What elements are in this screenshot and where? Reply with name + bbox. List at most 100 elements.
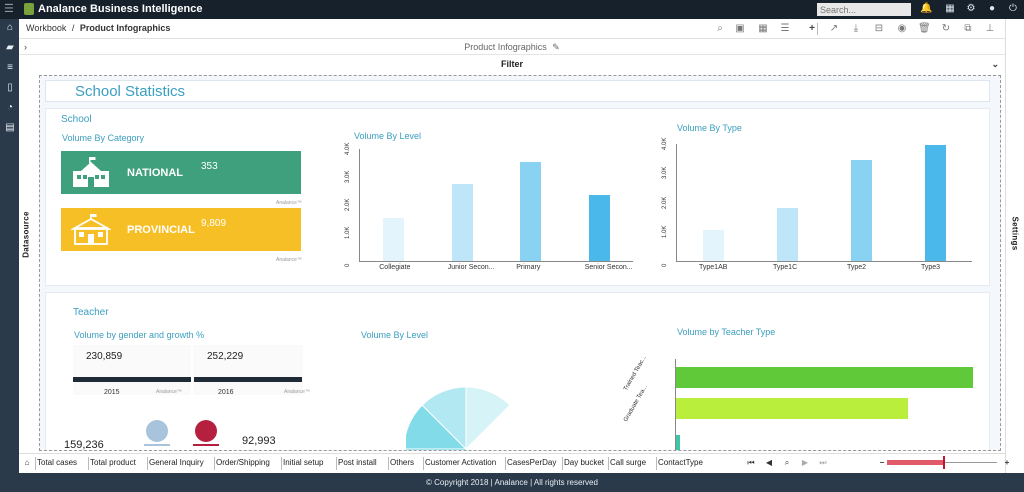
tab-separator — [35, 457, 36, 470]
sheet-tab-day-bucket[interactable]: Day bucket — [564, 458, 604, 467]
left-nav: ⌂ ▰ ≡ ▯ ◔ ▤ — [0, 19, 19, 473]
x-tick-label: Senior Secon... — [584, 264, 633, 271]
y-tick-label: 2.0K — [345, 198, 351, 211]
search-input[interactable] — [817, 3, 911, 16]
sheet-tab-order-shipping[interactable]: Order/Shipping — [216, 458, 270, 467]
export-icon[interactable]: ⊟ — [873, 23, 885, 35]
search-icon[interactable]: ⌕ — [782, 458, 792, 468]
home-icon[interactable]: ⌂ — [22, 458, 32, 468]
bar-3[interactable] — [588, 195, 610, 261]
volume-by-gender-title: Volume by gender and growth % — [74, 330, 205, 340]
tab-separator — [608, 457, 609, 470]
logout-icon[interactable]: ⏻ — [1007, 3, 1019, 15]
sheet-tab-others[interactable]: Others — [390, 458, 414, 467]
teacher-2016-bar — [194, 377, 302, 382]
report-icon[interactable]: ▤ — [4, 122, 16, 134]
national-value: 353 — [201, 161, 218, 172]
sheet-tab-total-cases[interactable]: Total cases — [37, 458, 77, 467]
search-icon[interactable]: ⌕ — [714, 23, 726, 35]
database-icon[interactable]: ≡ — [4, 62, 16, 74]
bar-2[interactable] — [676, 435, 680, 450]
volume-by-teacher-type-chart: Trained Teac... Graduate Tea... — [623, 355, 973, 450]
sheet-tabs-bar: ⌂ ⏮ ◀ ⌕ ▶ ⏭ − + Total cases Total product… — [19, 453, 1009, 473]
x-tick-label: Type1C — [773, 264, 798, 271]
list-icon[interactable]: ☰ — [779, 23, 791, 35]
analytics-icon[interactable]: ◔ — [4, 102, 16, 114]
sheet-tab-general-inquiry[interactable]: General Inquiry — [149, 458, 204, 467]
breadcrumb-root[interactable]: Workbook — [26, 23, 66, 33]
sheet-tab-post-install[interactable]: Post install — [338, 458, 377, 467]
edit-icon[interactable]: ✎ — [552, 42, 560, 52]
provincial-value: 9,809 — [201, 218, 227, 229]
sheet-tab-initial-setup[interactable]: Initial setup — [283, 458, 323, 467]
top-bar: ☰ Analance Business Intelligence 🔔 ▦ ⚙ ●… — [0, 0, 1024, 19]
pie-slice-3[interactable] — [465, 386, 511, 450]
gear-icon[interactable]: ⚙ — [965, 3, 977, 15]
bar-3[interactable] — [925, 145, 946, 261]
tab-separator — [336, 457, 337, 470]
download-icon[interactable]: ⤓ — [850, 23, 862, 35]
bar-0[interactable] — [703, 230, 724, 261]
chevron-down-icon[interactable]: ⌄ — [991, 56, 999, 72]
y-tick-label: 3.0K — [345, 170, 351, 183]
bar-0[interactable] — [676, 367, 973, 388]
bell-icon[interactable]: 🔔 — [920, 3, 932, 15]
grid-icon[interactable]: ▦ — [757, 23, 769, 35]
y-tick-label: 1.0K — [662, 225, 668, 238]
filter-bar[interactable]: Filter ⌄ — [19, 56, 1005, 72]
national-label: NATIONAL — [127, 167, 184, 179]
calendar-icon[interactable]: ▦ — [944, 3, 956, 15]
bar-2[interactable] — [851, 160, 872, 261]
bar-1[interactable] — [676, 398, 908, 419]
national-card: NATIONAL 353 — [61, 151, 301, 194]
school-building-icon — [73, 157, 109, 187]
sheet-tab-total-product[interactable]: Total product — [90, 458, 136, 467]
zoom-out-icon[interactable]: − — [877, 458, 887, 468]
bar-2[interactable] — [520, 161, 542, 261]
home-icon[interactable]: ⌂ — [4, 22, 16, 34]
x-tick-label: Type1AB — [699, 264, 728, 271]
watermark: Analance™ — [284, 389, 310, 395]
dashboard-title: School Statistics — [75, 83, 186, 100]
volume-by-level-pie-chart — [406, 386, 511, 450]
visibility-icon[interactable]: ◉ — [896, 23, 908, 35]
next-page-icon[interactable]: ▶ — [800, 458, 810, 468]
breadcrumb-current: Product Infographics — [79, 23, 171, 33]
y-tick-label: 0 — [345, 263, 351, 267]
delete-icon[interactable]: 🗑 — [918, 23, 931, 35]
infographic-subtitle: Product Infographics — [464, 42, 547, 52]
add-icon[interactable]: + — [806, 23, 818, 35]
prev-page-icon[interactable]: ◀ — [764, 458, 774, 468]
sheet-tab-customer-activation[interactable]: Customer Activation — [425, 458, 496, 467]
settings-tab[interactable]: Settings — [1005, 19, 1024, 473]
volume-by-category-title: Volume By Category — [62, 133, 145, 143]
sheet-tab-casesperday[interactable]: CasesPerDay — [507, 458, 556, 467]
dashboard-header: School Statistics — [45, 80, 990, 102]
bar-1[interactable] — [451, 184, 473, 261]
bar-0[interactable] — [383, 217, 405, 261]
first-page-icon[interactable]: ⏮ — [746, 458, 756, 468]
user-icon[interactable]: ● — [986, 3, 998, 15]
bar-1[interactable] — [777, 208, 798, 261]
sheet-tab-call-surge[interactable]: Call surge — [610, 458, 646, 467]
sheet-tab-contacttype[interactable]: ContactType — [658, 458, 703, 467]
zoom-in-icon[interactable]: + — [1002, 458, 1012, 468]
save-icon[interactable]: ▣ — [734, 23, 746, 35]
x-axis — [359, 261, 633, 262]
share-icon[interactable]: ↗ — [828, 23, 840, 35]
menu-icon[interactable]: ☰ — [4, 3, 15, 15]
school-building-icon — [71, 214, 111, 245]
breadcrumb-sep: / — [71, 23, 75, 33]
pin-icon[interactable]: ⊥ — [984, 23, 996, 35]
tab-separator — [281, 457, 282, 470]
y-tick-label: 4.0K — [345, 142, 351, 155]
folder-icon[interactable]: ▰ — [4, 42, 16, 54]
book-icon[interactable]: ▯ — [4, 82, 16, 94]
y-tick-label: 3.0K — [662, 166, 668, 180]
datasource-tab[interactable]: Datasource — [19, 200, 33, 280]
refresh-icon[interactable]: ↻ — [940, 23, 952, 35]
last-page-icon[interactable]: ⏭ — [818, 458, 828, 468]
app-logo-icon — [24, 3, 34, 15]
copy-icon[interactable]: ⧉ — [962, 23, 974, 35]
watermark: Analance™ — [276, 257, 302, 263]
